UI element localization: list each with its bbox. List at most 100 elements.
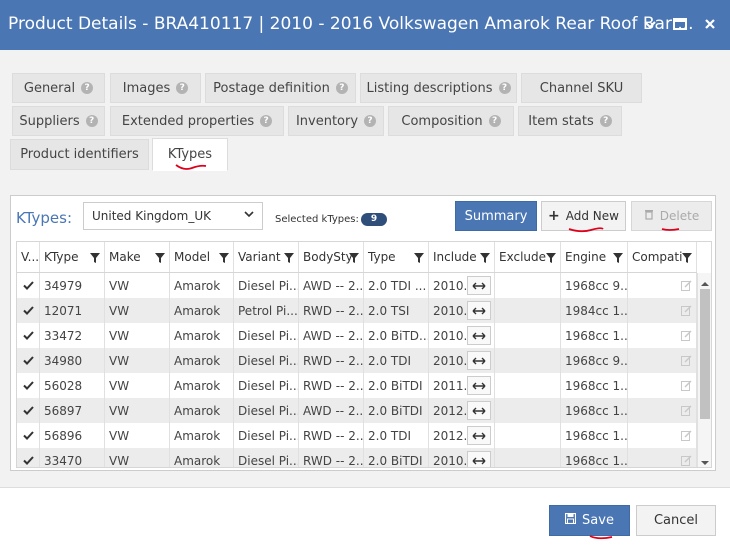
swap-arrows-icon[interactable] <box>467 426 491 445</box>
table-row[interactable]: 33470 VW Amarok Diesel Pi... RWD -- 2... 2.0 … <box>17 448 697 468</box>
swap-arrows-icon[interactable] <box>467 276 491 295</box>
swap-arrows-icon[interactable] <box>467 376 491 395</box>
tab-product-identifiers[interactable]: Product identifiers <box>10 139 149 170</box>
tab-item-stats[interactable]: Item stats? <box>518 106 622 136</box>
delete-button[interactable]: Delete <box>631 201 712 231</box>
chevron-down-icon[interactable] <box>640 14 660 34</box>
cell-value: 1968cc 9... <box>565 278 628 293</box>
col-label: BodySty <box>303 250 353 264</box>
table-row[interactable]: 12071 VW Amarok Petrol Pi... RWD -- 2... 2.0 … <box>17 298 697 323</box>
tab-postage-definition[interactable]: Postage definition? <box>205 73 356 103</box>
edit-icon[interactable] <box>681 355 692 366</box>
filter-icon[interactable] <box>349 252 359 263</box>
save-button[interactable]: Save <box>549 505 630 536</box>
col-type[interactable]: Type <box>364 242 429 272</box>
filter-icon[interactable] <box>682 252 692 263</box>
tab-inventory[interactable]: Inventory? <box>288 106 384 136</box>
tab-extended-properties[interactable]: Extended properties? <box>110 106 284 136</box>
cell-value: 1968cc 1... <box>565 403 628 418</box>
ktypes-label: KTypes: <box>16 209 72 227</box>
table-row[interactable]: 34979 VW Amarok Diesel Pi... AWD -- 2... 2.0 … <box>17 273 697 298</box>
summary-button[interactable]: Summary <box>455 201 537 231</box>
filter-icon[interactable] <box>219 252 229 263</box>
scroll-up-icon[interactable] <box>701 277 709 286</box>
ktypes-grid: V... KType Make Model Variant BodySty Ty… <box>16 241 712 468</box>
table-row[interactable]: 33472 VW Amarok Diesel Pi... AWD -- 2... 2.0 … <box>17 323 697 348</box>
cell-value: Diesel Pi... <box>238 278 299 293</box>
verified-cell <box>17 323 40 348</box>
swap-arrows-icon[interactable] <box>467 326 491 345</box>
tab-ktypes[interactable]: KTypes <box>152 138 228 171</box>
tab-channel-sku[interactable]: Channel SKU <box>521 73 642 103</box>
edit-icon[interactable] <box>681 380 692 391</box>
col-make[interactable]: Make <box>105 242 170 272</box>
col-include[interactable]: Include <box>429 242 495 272</box>
col-compatibility[interactable]: Compati <box>628 242 697 272</box>
filter-icon[interactable] <box>284 252 294 263</box>
filter-icon[interactable] <box>90 252 100 263</box>
filter-icon[interactable] <box>155 252 165 263</box>
add-new-button[interactable]: + Add New <box>541 201 626 231</box>
tab-suppliers[interactable]: Suppliers? <box>12 106 105 136</box>
check-icon <box>22 281 34 290</box>
help-icon: ? <box>85 115 98 127</box>
grid-scrollbar[interactable] <box>697 273 711 467</box>
cell-value: Amarok <box>174 378 221 393</box>
scroll-thumb[interactable] <box>700 289 710 419</box>
swap-arrows-icon[interactable] <box>467 401 491 420</box>
swap-arrows-icon[interactable] <box>467 301 491 320</box>
tab-composition[interactable]: Composition? <box>388 106 514 136</box>
country-select[interactable]: United Kingdom_UK <box>83 202 263 230</box>
cell-ktype: 56896 <box>40 423 105 448</box>
verified-cell <box>17 448 40 467</box>
cell-body: AWD -- 2... <box>299 398 364 423</box>
swap-arrows-icon[interactable] <box>467 351 491 370</box>
table-row[interactable]: 56028 VW Amarok Diesel Pi... RWD -- 2... 2.0 … <box>17 373 697 398</box>
col-engine[interactable]: Engine <box>561 242 628 272</box>
col-label: V... <box>21 250 40 264</box>
cancel-button[interactable]: Cancel <box>636 505 716 536</box>
edit-icon[interactable] <box>681 330 692 341</box>
cell-type: 2.0 TDI ... <box>364 273 429 298</box>
swap-arrows-icon[interactable] <box>467 451 491 467</box>
cell-body: RWD -- 2... <box>299 348 364 373</box>
table-row[interactable]: 56897 VW Amarok Diesel Pi... AWD -- 2... 2.0 … <box>17 398 697 423</box>
table-row[interactable]: 34980 VW Amarok Diesel Pi... RWD -- 2... 2.0 … <box>17 348 697 373</box>
cell-include: 2010... <box>429 323 495 348</box>
cell-model: Amarok <box>170 373 234 398</box>
filter-icon[interactable] <box>546 252 556 263</box>
tab-images[interactable]: Images? <box>110 73 201 103</box>
cell-body: AWD -- 2... <box>299 323 364 348</box>
close-icon[interactable] <box>700 14 720 34</box>
edit-icon[interactable] <box>681 405 692 416</box>
col-model[interactable]: Model <box>170 242 234 272</box>
scroll-down-icon[interactable] <box>701 456 709 465</box>
filter-icon[interactable] <box>613 252 623 263</box>
edit-icon[interactable] <box>681 430 692 441</box>
edit-icon[interactable] <box>681 305 692 316</box>
col-variant[interactable]: Variant <box>234 242 299 272</box>
cell-exclude <box>495 323 561 348</box>
cell-value: RWD -- 2... <box>303 353 364 368</box>
col-bodystyle[interactable]: BodySty <box>299 242 364 272</box>
table-row[interactable]: 56896 VW Amarok Diesel Pi... RWD -- 2... 2.0 … <box>17 423 697 448</box>
filter-icon[interactable] <box>414 252 424 263</box>
col-verified[interactable]: V... <box>17 242 40 272</box>
maximize-icon[interactable] <box>670 14 690 34</box>
cell-engine: 1968cc 1... <box>561 323 628 348</box>
filter-icon[interactable] <box>480 252 490 263</box>
cell-make: VW <box>105 398 170 423</box>
cell-value: Diesel Pi... <box>238 378 299 393</box>
edit-icon[interactable] <box>681 280 692 291</box>
col-exclude[interactable]: Exclude <box>495 242 561 272</box>
cell-model: Amarok <box>170 323 234 348</box>
tab-listing-descriptions[interactable]: Listing descriptions? <box>360 73 517 103</box>
col-ktype[interactable]: KType <box>40 242 105 272</box>
verified-cell <box>17 273 40 298</box>
cell-make: VW <box>105 323 170 348</box>
cell-value: RWD -- 2... <box>303 453 364 468</box>
cancel-label: Cancel <box>653 513 699 528</box>
compatibility-cell <box>628 448 697 467</box>
edit-icon[interactable] <box>681 455 692 466</box>
tab-general[interactable]: General? <box>12 73 105 103</box>
